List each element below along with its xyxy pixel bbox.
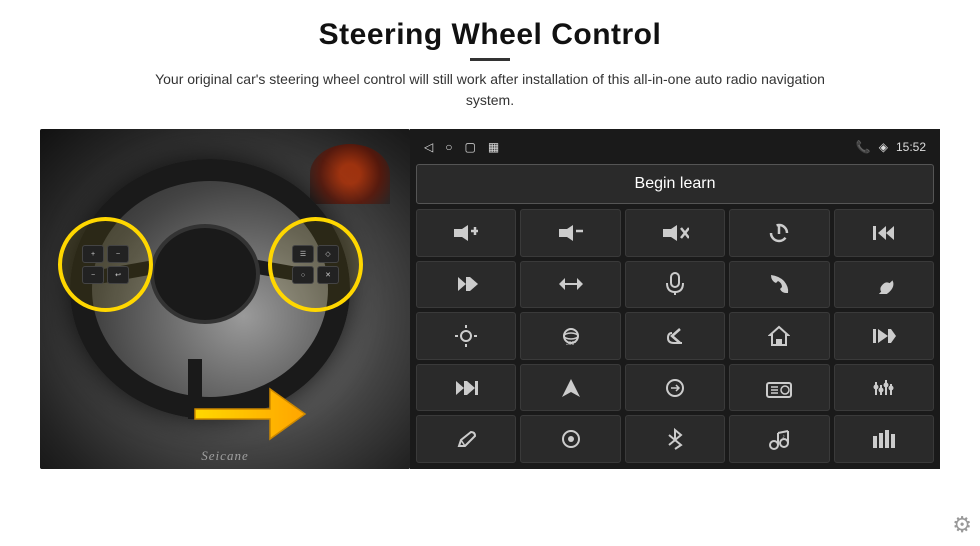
direction-arrow — [190, 374, 310, 444]
music-btn[interactable]: ♪ — [729, 415, 829, 463]
btn-minus: − — [82, 266, 104, 284]
radio-btn[interactable] — [729, 364, 829, 412]
btn-cross: ✕ — [317, 266, 339, 284]
page-container: Steering Wheel Control Your original car… — [0, 0, 980, 546]
btn-menu: ☰ — [292, 245, 314, 263]
wifi-icon: ◈ — [879, 140, 888, 154]
vol-up-btn[interactable] — [416, 209, 516, 257]
next-track-btn[interactable] — [416, 261, 516, 309]
back-nav-btn[interactable] — [625, 312, 725, 360]
svg-text:♪: ♪ — [782, 434, 785, 440]
title-divider — [470, 58, 510, 61]
button-circle-right: ☰ ◇ ○ ✕ — [268, 217, 363, 312]
button-circle-left: + ~ − ↩ — [58, 217, 153, 312]
pen-btn[interactable] — [416, 415, 516, 463]
home-nav-btn[interactable] — [729, 312, 829, 360]
camera360-btn[interactable]: 360° — [520, 312, 620, 360]
left-btn-grid: + ~ − ↩ — [74, 237, 137, 292]
prev-next-btn[interactable] — [520, 261, 620, 309]
prev-end-btn[interactable] — [834, 209, 934, 257]
steering-wheel-image: + ~ − ↩ ☰ ◇ ○ ✕ — [40, 129, 410, 469]
btn-plus: + — [82, 245, 104, 263]
mic-btn[interactable] — [625, 261, 725, 309]
skip-prev-btn[interactable] — [834, 312, 934, 360]
navigation-btn[interactable] — [520, 364, 620, 412]
begin-learn-button[interactable]: Begin learn — [416, 164, 934, 204]
vol-mute-btn[interactable] — [625, 209, 725, 257]
bluetooth-btn[interactable] — [625, 415, 725, 463]
power-btn[interactable] — [729, 209, 829, 257]
svg-text:360°: 360° — [566, 341, 576, 347]
home-circle-icon[interactable]: ○ — [445, 140, 452, 154]
icon-grid: 360° — [416, 209, 934, 463]
brightness-btn[interactable] — [416, 312, 516, 360]
skip-next-btn[interactable] — [416, 364, 516, 412]
recents-icon[interactable]: ▢ — [464, 140, 475, 154]
clock: 15:52 — [896, 140, 926, 154]
vol-down-btn[interactable] — [520, 209, 620, 257]
control-interface: ◁ ○ ▢ ▦ 📞 ◈ 15:52 Begin learn — [410, 129, 940, 469]
status-bar: ◁ ○ ▢ ▦ 📞 ◈ 15:52 — [416, 135, 934, 159]
signal-icon: ▦ — [488, 140, 499, 154]
right-btn-grid: ☰ ◇ ○ ✕ — [284, 237, 347, 292]
arrow-container — [190, 374, 310, 449]
content-area: + ~ − ↩ ☰ ◇ ○ ✕ — [40, 129, 940, 469]
steering-wheel-inner — [150, 224, 260, 324]
phone-btn[interactable] — [729, 261, 829, 309]
gear-settings-btn[interactable]: ⚙ — [952, 512, 972, 538]
equalizer-btn[interactable] — [834, 364, 934, 412]
gauge-hint — [310, 144, 390, 204]
btn-phone-sm: ↩ — [107, 266, 129, 284]
btn-circle-sm: ○ — [292, 266, 314, 284]
hang-up-btn[interactable] — [834, 261, 934, 309]
page-wrapper: Steering Wheel Control Your original car… — [0, 0, 980, 546]
btn-diamond: ◇ — [317, 245, 339, 263]
settings-ring-btn[interactable] — [520, 415, 620, 463]
btn-mode: ~ — [107, 245, 129, 263]
status-right: 📞 ◈ 15:52 — [856, 140, 926, 154]
sound-bars-btn[interactable] — [834, 415, 934, 463]
status-left: ◁ ○ ▢ ▦ — [424, 140, 499, 154]
watermark: Seicane — [201, 448, 248, 464]
phone-status-icon: 📞 — [856, 140, 871, 154]
back-icon[interactable]: ◁ — [424, 140, 433, 154]
page-title: Steering Wheel Control — [140, 18, 840, 52]
page-subtitle: Your original car's steering wheel contr… — [140, 69, 840, 111]
switch-btn[interactable] — [625, 364, 725, 412]
title-section: Steering Wheel Control Your original car… — [140, 18, 840, 123]
